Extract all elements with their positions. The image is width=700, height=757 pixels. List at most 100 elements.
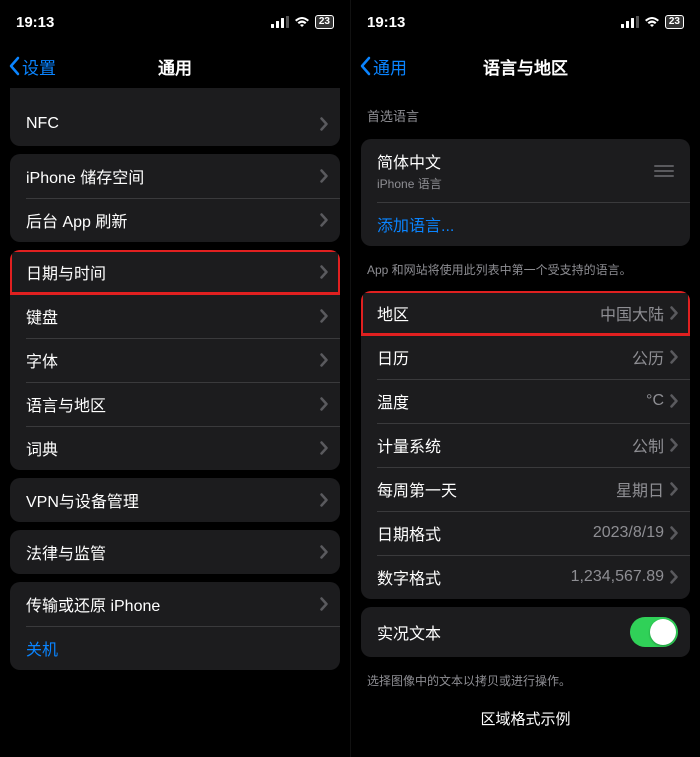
row-label: 键盘 [26,304,320,328]
group: iPhone 储存空间后台 App 刷新 [10,154,340,242]
row-live-text[interactable]: 实况文本 [361,607,690,657]
row-label: 语言与地区 [26,392,320,416]
chevron-right-icon [670,350,678,364]
chevron-right-icon [320,597,328,611]
row-label: 地区 [377,301,600,325]
back-button[interactable]: 通用 [351,54,407,79]
add-language-label: 添加语言... [377,212,678,236]
row-value: 公历 [632,345,664,369]
live-text-label: 实况文本 [377,620,630,644]
row-value: 星期日 [616,477,664,501]
row-add-language[interactable]: 添加语言... [361,202,690,246]
back-button[interactable]: 设置 [0,54,56,79]
section-header-preferred-languages: 首选语言 [351,88,700,131]
row-label: 数字格式 [377,565,571,589]
signal-icon [621,16,639,28]
settings-row[interactable]: 日期与时间 [10,250,340,294]
page-title: 语言与地区 [483,54,568,79]
status-time: 19:13 [367,14,405,31]
row-value: 1,234,567.89 [571,568,664,586]
row-label: 关机 [26,636,328,660]
settings-row[interactable]: VPN与设备管理 [10,478,340,522]
row-label: 每周第一天 [377,477,616,501]
row-label: 法律与监管 [26,540,320,564]
settings-row[interactable]: 后台 App 刷新 [10,198,340,242]
chevron-right-icon [670,482,678,496]
row-label: VPN与设备管理 [26,488,320,512]
chevron-right-icon [670,306,678,320]
status-bar: 19:13 23 [351,0,700,44]
settings-row[interactable]: 计量系统公制 [361,423,690,467]
settings-row[interactable]: 温度°C [361,379,690,423]
language-label: 简体中文 [377,149,650,173]
screen-general: 19:13 23 设置 通用 NFCiPhone 储存空间后台 App 刷新日期… [0,0,350,757]
battery-icon: 23 [665,15,684,29]
live-text-toggle[interactable] [630,617,678,647]
row-value: 公制 [632,433,664,457]
status-right: 23 [271,15,334,29]
row-label: 计量系统 [377,433,632,457]
settings-row[interactable]: 地区中国大陆 [361,291,690,335]
group-live-text: 实况文本 [361,607,690,657]
chevron-right-icon [320,545,328,559]
format-example-title: 区域格式示例 [351,694,700,743]
row-value: 2023/8/19 [593,524,664,542]
language-sublabel: iPhone 语言 [377,175,650,192]
content-scroll[interactable]: NFC iPhone 储存空间后台 App 刷新日期与时间键盘字体语言与地区词典 V… [0,88,350,757]
row-primary-language[interactable]: 简体中文 iPhone 语言 [361,139,690,202]
chevron-right-icon [320,493,328,507]
chevron-right-icon [320,169,328,183]
group: NFC [10,88,340,146]
status-time: 19:13 [16,14,54,31]
row-label: 温度 [377,389,646,413]
row-label: 日历 [377,345,632,369]
row-label: iPhone 储存空间 [26,164,320,188]
chevron-left-icon [359,56,371,76]
group-languages: 简体中文 iPhone 语言 添加语言... [361,139,690,246]
settings-row[interactable]: 日历公历 [361,335,690,379]
row-label: 传输或还原 iPhone [26,592,320,616]
chevron-right-icon [320,441,328,455]
row-label: 词典 [26,436,320,460]
group-region-settings: 地区中国大陆日历公历温度°C计量系统公制每周第一天星期日日期格式2023/8/1… [361,291,690,599]
battery-icon: 23 [315,15,334,29]
drag-handle-icon[interactable] [650,165,678,177]
wifi-icon [294,16,310,28]
back-label: 设置 [22,54,56,79]
content-scroll[interactable]: 首选语言 简体中文 iPhone 语言 添加语言... App 和网站将使用此列… [351,88,700,757]
chevron-right-icon [670,570,678,584]
row-label: 日期与时间 [26,260,320,284]
settings-row[interactable]: 语言与地区 [10,382,340,426]
chevron-right-icon [320,265,328,279]
settings-row[interactable]: 日期格式2023/8/19 [361,511,690,555]
settings-row[interactable]: iPhone 储存空间 [10,154,340,198]
row-label: 字体 [26,348,320,372]
settings-row[interactable]: 关机 [10,626,340,670]
settings-row[interactable]: 数字格式1,234,567.89 [361,555,690,599]
section-footer-live-text: 选择图像中的文本以拷贝或进行操作。 [351,665,700,694]
chevron-right-icon [670,394,678,408]
chevron-right-icon [320,117,328,131]
group: 法律与监管 [10,530,340,574]
settings-row[interactable]: 键盘 [10,294,340,338]
signal-icon [271,16,289,28]
group: VPN与设备管理 [10,478,340,522]
section-footer-languages: App 和网站将使用此列表中第一个受支持的语言。 [351,254,700,283]
chevron-right-icon [670,526,678,540]
back-label: 通用 [373,54,407,79]
group: 传输或还原 iPhone 关机 [10,582,340,670]
nav-bar: 通用 语言与地区 [351,44,700,88]
settings-row[interactable]: NFC [10,102,340,146]
settings-row[interactable]: 每周第一天星期日 [361,467,690,511]
settings-row[interactable]: 传输或还原 iPhone [10,582,340,626]
row-value: °C [646,392,664,410]
chevron-right-icon [670,438,678,452]
screen-language-region: 19:13 23 通用 语言与地区 首选语言 简体中文 iPhone 语 [350,0,700,757]
chevron-right-icon [320,309,328,323]
settings-row[interactable]: 法律与监管 [10,530,340,574]
settings-row[interactable]: 词典 [10,426,340,470]
status-bar: 19:13 23 [0,0,350,44]
row-label: NFC [26,115,320,133]
chevron-right-icon [320,213,328,227]
settings-row[interactable]: 字体 [10,338,340,382]
